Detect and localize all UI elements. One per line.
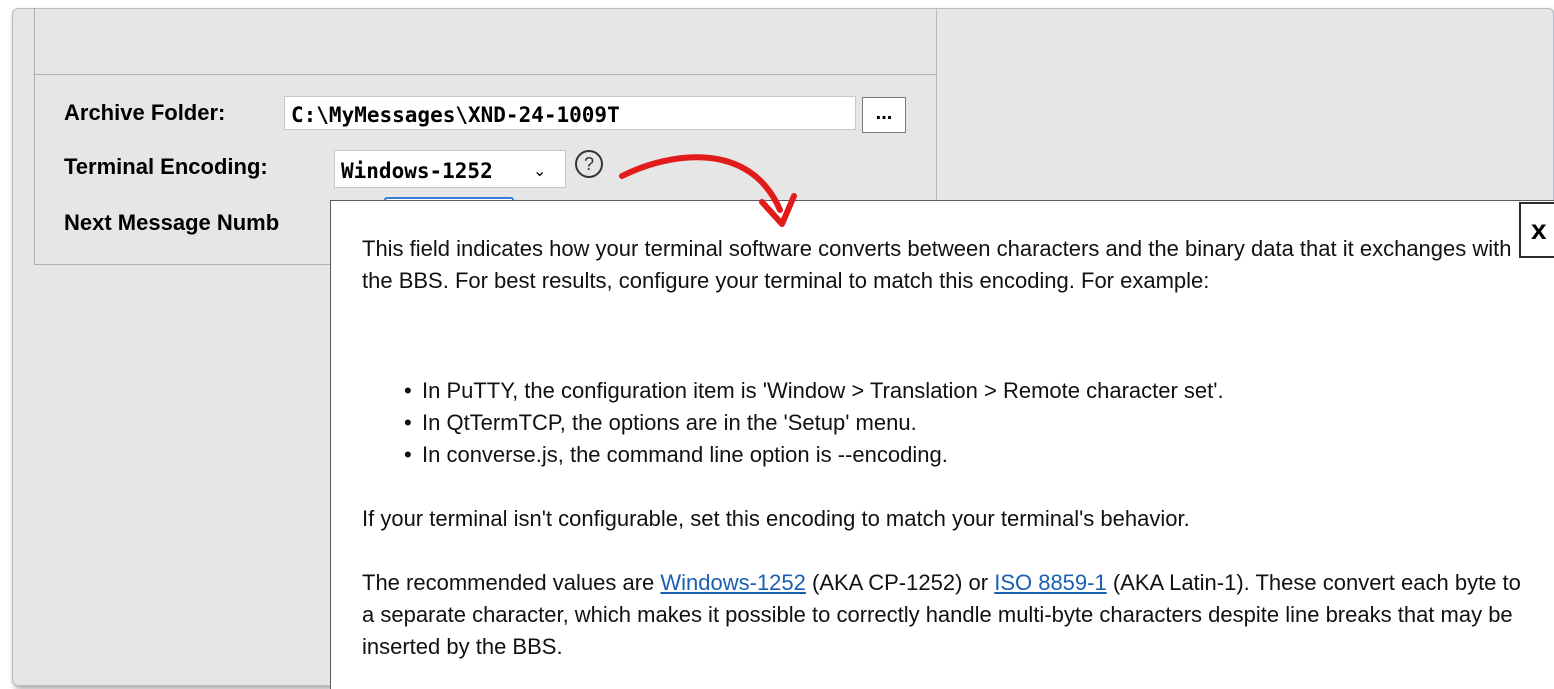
browse-button[interactable]: ...	[862, 97, 906, 133]
terminal-encoding-label: Terminal Encoding:	[64, 154, 268, 179]
help-bullet-list: In PuTTY, the configuration item is 'Win…	[362, 375, 1224, 471]
archive-folder-label: Archive Folder:	[64, 100, 226, 125]
help-paragraph-configurable: If your terminal isn't configurable, set…	[362, 506, 1190, 531]
recommended-mid: (AKA CP-1252) or	[805, 570, 995, 595]
help-icon[interactable]: ?	[575, 150, 603, 178]
windows-1252-link[interactable]: Windows-1252	[660, 570, 806, 595]
upper-groupbox	[34, 8, 937, 75]
chevron-down-icon: ⌄	[533, 161, 547, 180]
list-item: In converse.js, the command line option …	[404, 439, 1224, 471]
list-item: In QtTermTCP, the options are in the 'Se…	[404, 407, 1224, 439]
encoding-select-value: Windows-1252	[341, 159, 493, 183]
annotation-arrow-icon	[619, 154, 797, 227]
help-paragraph-recommended: The recommended values are Windows-1252 …	[362, 567, 1532, 663]
close-button[interactable]: x	[1519, 202, 1554, 258]
next-message-number-label: Next Message Numb	[64, 210, 280, 235]
list-item: In PuTTY, the configuration item is 'Win…	[404, 375, 1224, 407]
archive-folder-input[interactable]: C:\MyMessages\XND-24-1009T	[284, 96, 856, 130]
recommended-prefix: The recommended values are	[362, 570, 661, 595]
iso-8859-1-link[interactable]: ISO 8859-1	[994, 570, 1107, 595]
terminal-encoding-select[interactable]: Windows-1252 ⌄	[334, 150, 566, 188]
help-paragraph-intro: This field indicates how your terminal s…	[362, 236, 1512, 293]
